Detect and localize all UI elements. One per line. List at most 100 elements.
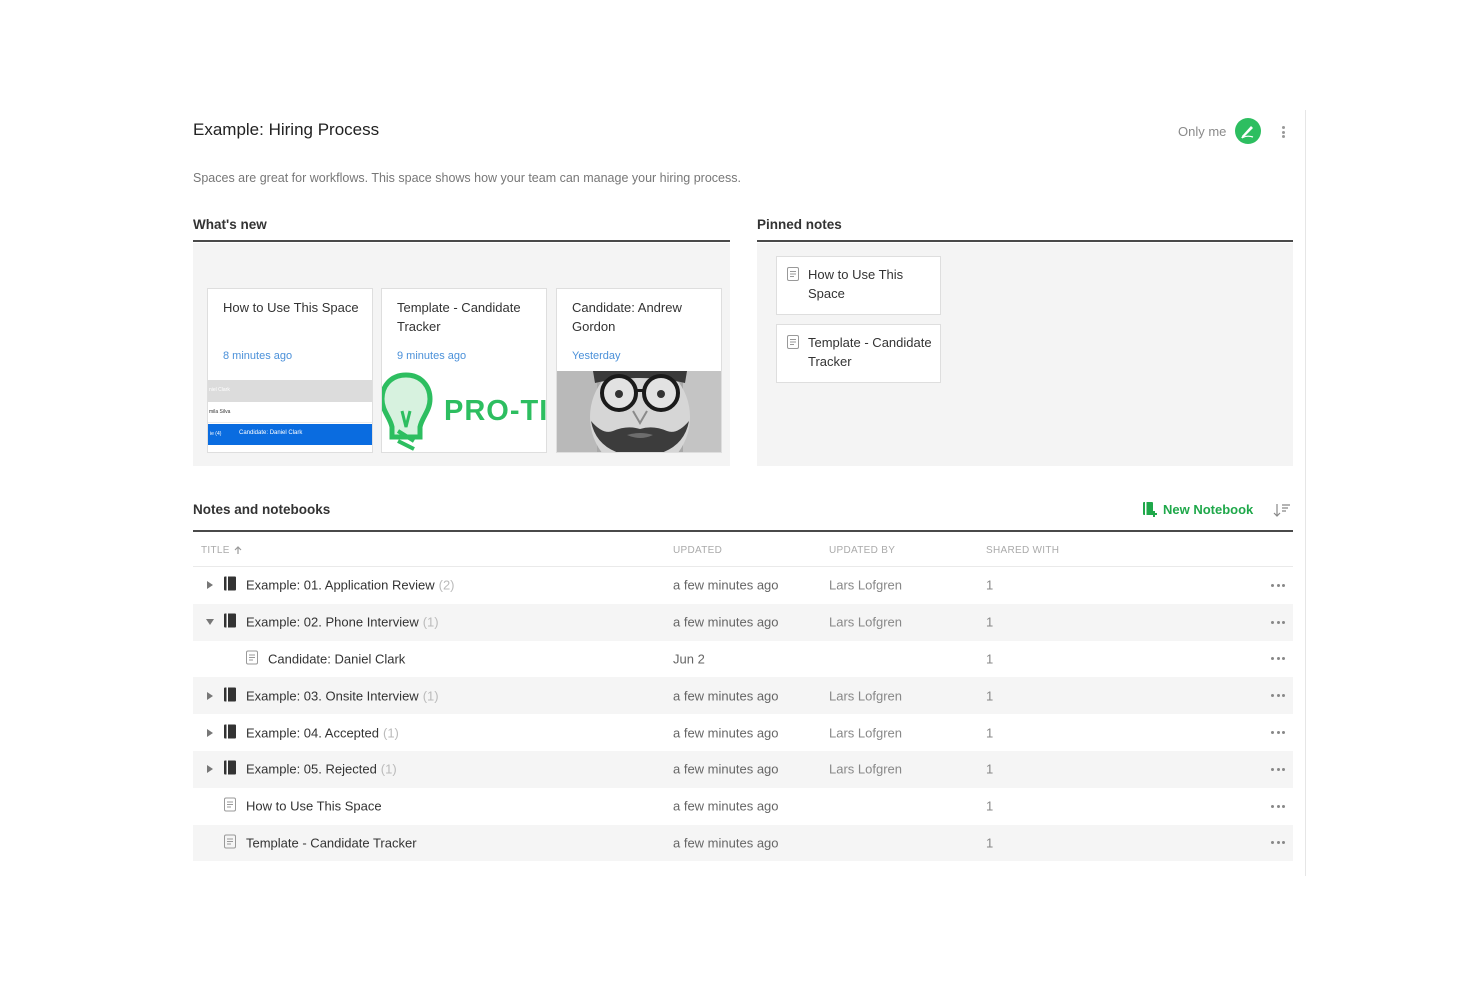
table-row[interactable]: Example: 02. Phone Interview (1) a few min… [193, 603, 1293, 641]
row-shared-with: 1 [986, 798, 994, 814]
row-shared-with: 1 [986, 577, 994, 593]
row-title[interactable]: Example: 05. Rejected (1) [246, 762, 397, 777]
row-updated-by: Lars Lofgren [829, 577, 902, 593]
card-thumbnail-table: niel Clark mila Silva ie (4) Candidate: … [208, 371, 372, 452]
pinned-note-title: How to Use This Space [808, 267, 904, 301]
sort-options-icon[interactable] [1273, 502, 1291, 518]
row-updated: a few minutes ago [673, 688, 779, 704]
whats-new-card[interactable]: How to Use This Space 8 minutes ago niel… [207, 288, 373, 453]
row-title[interactable]: Candidate: Daniel Clark [268, 651, 405, 666]
thumb-row-text: Candidate: Daniel Clark [239, 430, 303, 436]
thumb-row-text: niel Clark [209, 387, 230, 393]
row-updated-by: Lars Lofgren [829, 761, 902, 777]
table-row[interactable]: Candidate: Daniel Clark Jun 2 1 [193, 641, 1293, 678]
row-updated-by: Lars Lofgren [829, 725, 902, 741]
expand-caret-icon[interactable] [207, 581, 213, 590]
row-updated-by: Lars Lofgren [829, 688, 902, 704]
share-label: Only me [1178, 123, 1227, 139]
pinned-note[interactable]: Template - Candidate Tracker [776, 324, 941, 383]
card-thumbnail-portrait [557, 371, 721, 452]
notes-notebooks-rule [193, 530, 1293, 532]
expand-caret-icon[interactable] [207, 728, 213, 737]
row-note-count: (1) [380, 761, 397, 777]
card-thumbnail-pro-tip: PRO-TI [382, 371, 546, 452]
collapse-caret-icon[interactable] [206, 619, 214, 626]
card-title: How to Use This Space [223, 300, 359, 315]
notebook-icon [224, 724, 236, 741]
column-shared-with-header[interactable]: SHARED WITH [986, 545, 1059, 556]
lightbulb-icon [382, 372, 433, 451]
row-shared-with: 1 [986, 651, 994, 667]
pinned-note[interactable]: How to Use This Space [776, 256, 941, 315]
row-updated: a few minutes ago [673, 725, 779, 741]
space-description: Spaces are great for workflows. This spa… [193, 171, 741, 185]
portrait-photo [557, 371, 721, 452]
row-more-actions-icon[interactable] [1271, 654, 1285, 664]
whats-new-heading: What's new [193, 217, 267, 232]
column-updated-by-header[interactable]: UPDATED BY [829, 545, 895, 556]
new-notebook-button[interactable]: New Notebook [1142, 501, 1253, 517]
row-shared-with: 1 [986, 761, 994, 777]
avatar[interactable] [1235, 118, 1262, 144]
row-title[interactable]: How to Use This Space [246, 799, 382, 814]
whats-new-card[interactable]: Template - Candidate Tracker 9 minutes a… [381, 288, 547, 453]
row-title[interactable]: Example: 03. Onsite Interview (1) [246, 688, 439, 703]
table-row[interactable]: How to Use This Space a few minutes ago 1 [193, 788, 1293, 825]
notebook-icon [224, 687, 236, 704]
row-updated: a few minutes ago [673, 835, 779, 851]
share-status[interactable]: Only me [1178, 118, 1262, 144]
row-more-actions-icon[interactable] [1271, 691, 1285, 701]
row-title[interactable]: Example: 01. Application Review (2) [246, 578, 455, 593]
row-more-actions-icon[interactable] [1271, 617, 1285, 627]
expand-caret-icon[interactable] [207, 691, 213, 700]
row-title-text: Template - Candidate Tracker [246, 835, 417, 851]
new-notebook-icon [1143, 502, 1157, 517]
notes-notebooks-heading: Notes and notebooks [193, 502, 331, 517]
row-title-text: Example: 03. Onsite Interview [246, 688, 419, 704]
card-title: Template - Candidate Tracker [397, 300, 521, 334]
card-time: 8 minutes ago [223, 350, 293, 362]
row-more-actions-icon[interactable] [1271, 728, 1285, 738]
row-shared-with: 1 [986, 835, 994, 851]
row-title-text: Example: 02. Phone Interview [246, 614, 419, 630]
row-more-actions-icon[interactable] [1271, 764, 1285, 774]
note-icon [787, 267, 799, 281]
row-title-text: Example: 04. Accepted [246, 725, 379, 741]
table-row[interactable]: Template - Candidate Tracker a few minute… [193, 824, 1293, 862]
row-more-actions-icon[interactable] [1271, 838, 1285, 848]
row-updated: Jun 2 [673, 651, 705, 667]
row-title-text: Example: 05. Rejected [246, 761, 377, 777]
row-title[interactable]: Example: 02. Phone Interview (1) [246, 615, 439, 630]
card-time: Yesterday [572, 350, 621, 362]
note-icon [246, 650, 258, 667]
notebook-icon [224, 613, 236, 631]
table-row[interactable]: Example: 05. Rejected (1) a few minutes ag… [193, 750, 1293, 788]
row-title[interactable]: Template - Candidate Tracker [246, 835, 417, 850]
thumb-row-text: mila Silva [209, 409, 231, 415]
table-row[interactable]: Example: 01. Application Review (2) a few … [193, 567, 1293, 604]
card-title: Candidate: Andrew Gordon [572, 300, 682, 334]
table-row[interactable]: Example: 03. Onsite Interview (1) a few mi… [193, 677, 1293, 715]
expand-caret-icon[interactable] [207, 765, 213, 774]
column-updated-header[interactable]: UPDATED [673, 545, 722, 556]
column-title-header[interactable]: TITLE [201, 545, 242, 556]
row-updated: a few minutes ago [673, 614, 779, 630]
notes-table: TITLE UPDATED UPDATED BY SHARED WITH Exa… [193, 533, 1293, 862]
row-title-text: How to Use This Space [246, 798, 382, 814]
row-more-actions-icon[interactable] [1271, 580, 1285, 590]
row-updated: a few minutes ago [673, 761, 779, 777]
row-more-actions-icon[interactable] [1271, 801, 1285, 811]
pen-icon [1241, 126, 1254, 139]
whats-new-card[interactable]: Candidate: Andrew Gordon Yesterday [556, 288, 722, 453]
sort-ascending-icon [234, 546, 242, 554]
thumb-row-text: ie (4) [210, 431, 222, 437]
notebook-icon [224, 576, 236, 594]
row-updated: a few minutes ago [673, 798, 779, 814]
row-note-count: (1) [422, 614, 439, 630]
row-title[interactable]: Example: 04. Accepted (1) [246, 725, 399, 740]
notebook-icon [224, 760, 236, 778]
row-updated-by: Lars Lofgren [829, 614, 902, 630]
more-options-icon[interactable] [1276, 124, 1290, 140]
row-title-text: Example: 01. Application Review [246, 577, 435, 593]
table-row[interactable]: Example: 04. Accepted (1) a few minutes ag… [193, 714, 1293, 751]
